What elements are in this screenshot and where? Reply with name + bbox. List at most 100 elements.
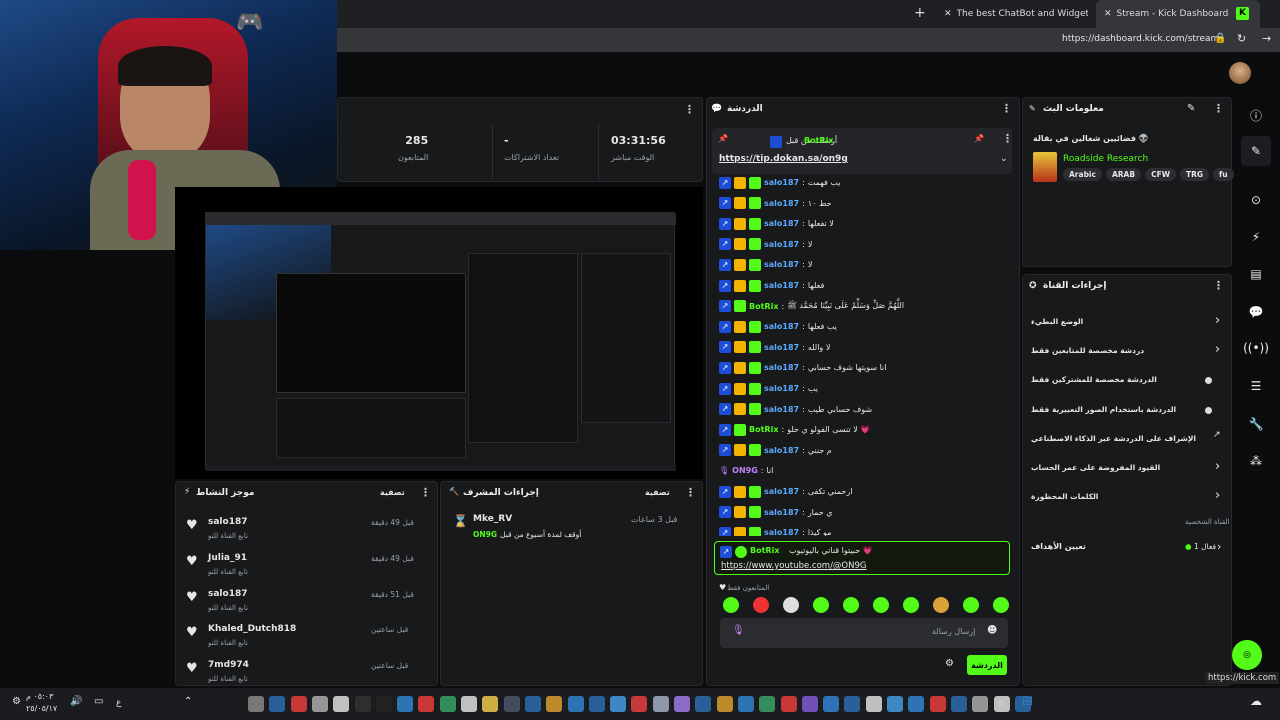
chat-username[interactable]: ON9G [732, 466, 758, 475]
game-name[interactable]: Roadside Research [1063, 154, 1148, 164]
mod-action-user[interactable]: Mke_RV [473, 514, 512, 524]
url-field[interactable]: https://dashboard.kick.com/stream [1062, 34, 1219, 44]
taskbar-app-icon[interactable] [908, 696, 925, 712]
chat-input[interactable]: إرسال رسالة [932, 627, 975, 636]
taskbar-app-icon[interactable] [972, 696, 989, 712]
tag-pill[interactable]: TRG [1179, 168, 1210, 181]
taskbar-app-icon[interactable] [674, 696, 690, 712]
chat-username[interactable]: salo187 [764, 240, 799, 249]
activity-user[interactable]: Khaled_Dutch818 [208, 624, 296, 634]
chat-settings-icon[interactable]: ⚙ [945, 658, 954, 669]
emote-button[interactable] [963, 597, 979, 613]
avatar[interactable] [1229, 62, 1251, 84]
pin-toggle-icon[interactable]: 📌 [974, 134, 984, 143]
network-icon[interactable]: ▭ [94, 696, 103, 707]
tag-pill[interactable]: Arabic [1063, 168, 1102, 181]
chat-username[interactable]: salo187 [764, 219, 799, 228]
channel-actions-menu-icon[interactable]: ⋮ [1213, 279, 1224, 292]
mic-icon[interactable]: 🎙 [732, 625, 745, 636]
activity-filter-button[interactable]: تصفية [380, 488, 405, 497]
taskbar-app-icon[interactable] [610, 696, 627, 712]
taskbar-app-icon[interactable] [759, 696, 776, 712]
activity-user[interactable]: salo187 [208, 589, 248, 599]
chat-username[interactable]: salo187 [764, 384, 799, 393]
taskbar-app-icon[interactable] [652, 696, 669, 712]
taskbar-app-icon[interactable] [823, 696, 840, 712]
taskbar-app-icon[interactable] [716, 696, 733, 712]
taskbar-app-icon[interactable] [311, 696, 328, 712]
chat-username[interactable]: salo187 [764, 343, 799, 352]
mod-menu-icon[interactable]: ⋮ [685, 486, 696, 499]
chat-input-box[interactable]: ☻ إرسال رسالة 🎙 [720, 618, 1008, 648]
focus-icon[interactable]: ⊙ [1241, 185, 1271, 215]
set-goals-row[interactable]: تعيين الأهداف ● فعال 1 › [1023, 537, 1233, 559]
bolt-icon[interactable]: ⚡ [1241, 222, 1271, 252]
chat-username[interactable]: salo187 [764, 446, 799, 455]
emote-button[interactable] [813, 597, 829, 613]
wrench-icon[interactable]: 🔧 [1241, 409, 1271, 439]
pinned-user[interactable]: BotRix [804, 136, 833, 145]
channel-action-row[interactable]: الوضع البطيء › [1023, 311, 1233, 335]
channel-action-row[interactable]: القيود المفروضة على عمر الحساب › [1023, 457, 1233, 481]
nodes-icon[interactable]: ⁂ [1241, 446, 1271, 476]
chat-username[interactable]: BotRix [749, 425, 778, 434]
chat-username[interactable]: salo187 [764, 405, 799, 414]
close-icon[interactable]: ✕ [1104, 9, 1112, 19]
new-tab-button[interactable]: + [914, 5, 926, 21]
chat-username[interactable]: BotRix [749, 302, 778, 311]
taskbar-app-icon[interactable] [461, 696, 477, 712]
taskbar-app-icon[interactable] [737, 696, 754, 712]
info-circle-icon[interactable]: ⓘ [1241, 100, 1271, 130]
emote-button[interactable] [993, 597, 1009, 613]
language-indicator[interactable]: ع [116, 698, 121, 708]
stream-info-menu-icon[interactable]: ⋮ [1213, 102, 1224, 115]
activity-menu-icon[interactable]: ⋮ [420, 486, 431, 499]
emote-button[interactable] [843, 597, 859, 613]
settings-tray-icon[interactable]: ⚙ [12, 696, 21, 707]
tag-pill[interactable]: ARAB [1105, 168, 1142, 181]
taskbar-app-icon[interactable] [801, 696, 818, 712]
tab-chatbot[interactable]: ✕ The best ChatBot and Widgets for [936, 0, 1096, 28]
forward-icon[interactable]: → [1262, 32, 1271, 45]
reload-icon[interactable]: ↻ [1237, 32, 1246, 45]
highlight-link[interactable]: https://www.youtube.com/@ON9G [721, 561, 866, 571]
activity-user[interactable]: salo187 [208, 517, 248, 527]
taskbar-app-icon[interactable] [929, 696, 946, 712]
chat-icon[interactable]: 💬 [1241, 297, 1271, 327]
taskbar-app-icon[interactable] [695, 696, 712, 712]
emote-button[interactable] [753, 597, 769, 613]
broadcast-icon[interactable]: ((•)) [1241, 333, 1271, 363]
chat-username[interactable]: salo187 [764, 363, 799, 372]
taskbar-app-icon[interactable] [631, 696, 648, 712]
taskbar-app-icon[interactable] [354, 696, 371, 712]
mod-filter-button[interactable]: تصفية [645, 488, 670, 497]
close-icon[interactable]: ✕ [944, 9, 952, 19]
chat-username[interactable]: salo187 [764, 178, 799, 187]
emote-button[interactable] [903, 597, 919, 613]
taskbar-app-icon[interactable] [439, 696, 456, 712]
taskbar-app-icon[interactable] [950, 696, 967, 712]
taskbar-app-icon[interactable] [993, 696, 1010, 712]
activity-user[interactable]: Julia_91 [208, 553, 247, 563]
chat-menu-icon[interactable]: ⋮ [1001, 102, 1012, 115]
emote-button[interactable] [723, 597, 739, 613]
tray-expand-icon[interactable]: ⌃ [184, 696, 192, 707]
highlight-user[interactable]: BotRix [750, 546, 779, 555]
emote-button[interactable] [873, 597, 889, 613]
chat-username[interactable]: salo187 [764, 199, 799, 208]
chat-username[interactable]: salo187 [764, 528, 799, 536]
channel-action-row[interactable]: دردشة مخصصة للمتابعين فقط › [1023, 340, 1233, 364]
taskbar-app-icon[interactable] [482, 696, 499, 712]
chevron-down-icon[interactable]: ⌄ [1000, 154, 1008, 164]
taskbar-app-icon[interactable] [269, 696, 286, 712]
pen-icon[interactable]: ✎ [1241, 136, 1271, 166]
taskbar-app-icon[interactable] [780, 696, 797, 712]
taskbar-app-icon[interactable] [290, 696, 307, 712]
pinned-menu-icon[interactable]: ⋮ [1002, 132, 1013, 145]
chat-username[interactable]: salo187 [764, 322, 799, 331]
taskbar-app-icon[interactable] [375, 696, 392, 712]
channel-action-row[interactable]: الدردشة باستخدام الصور التعبيرية فقط [1023, 399, 1233, 423]
chat-username[interactable]: salo187 [764, 487, 799, 496]
taskbar-app-icon[interactable] [333, 696, 350, 712]
chat-username[interactable]: salo187 [764, 281, 799, 290]
